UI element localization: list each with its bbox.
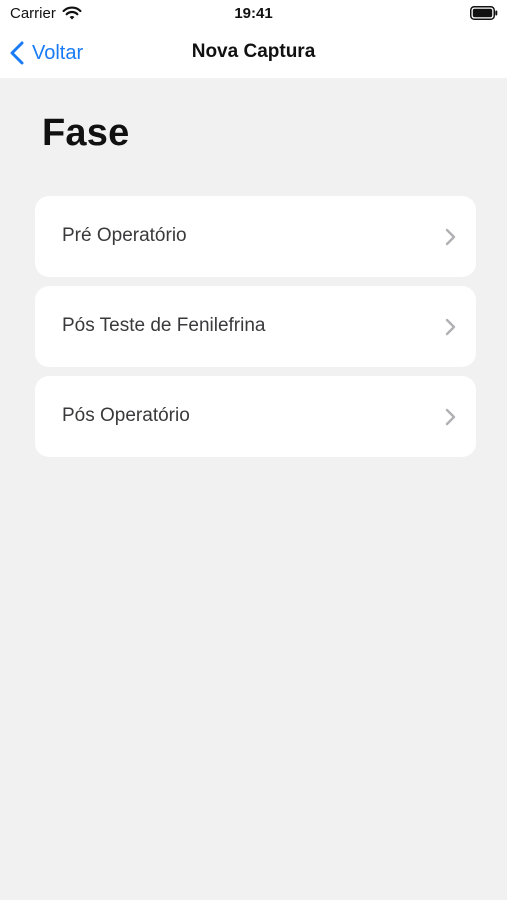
chevron-right-icon [445,318,456,336]
chevron-right-icon [445,408,456,426]
nav-title: Nova Captura [191,41,316,62]
phase-item-label: Pós Operatório [62,405,190,426]
page-title: Fase [42,112,130,154]
phase-item-pos-teste-fenilefrina[interactable]: Pós Teste de Fenilefrina [35,286,476,367]
status-time: 19:41 [234,5,273,22]
navigation-bar: Voltar Nova Captura [0,28,507,78]
chevron-right-icon [445,228,456,246]
phase-item-label: Pré Operatório [62,225,187,246]
status-bar: Carrier 19:41 [0,0,507,28]
phase-list: Pré Operatório Pós Teste de Fenilefrina … [35,196,476,466]
phase-item-label: Pós Teste de Fenilefrina [62,315,266,336]
battery-icon [470,6,498,20]
phase-item-pre-operatorio[interactable]: Pré Operatório [35,196,476,277]
phase-item-pos-operatorio[interactable]: Pós Operatório [35,376,476,457]
